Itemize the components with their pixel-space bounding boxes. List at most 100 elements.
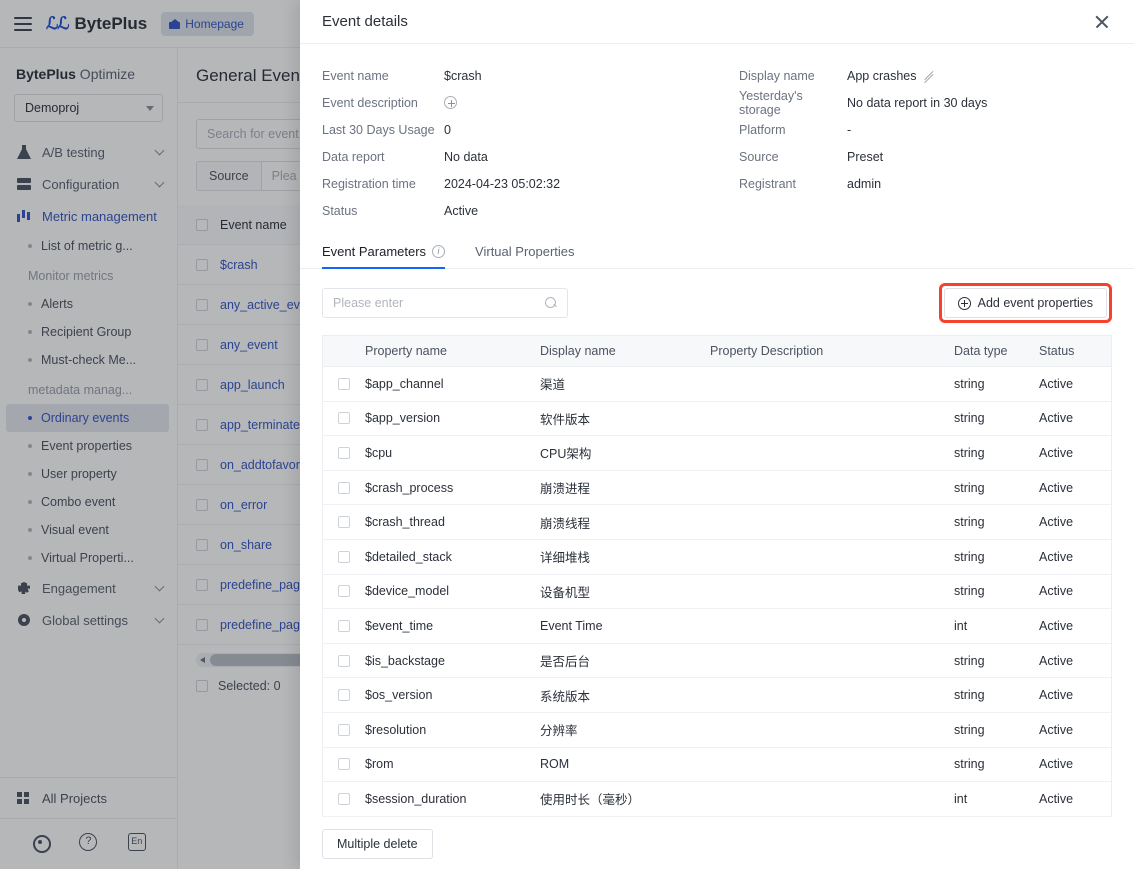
status-cell: Active bbox=[1039, 618, 1074, 633]
detail-label: Data report bbox=[322, 149, 385, 164]
property-name-cell: $detailed_stack bbox=[365, 549, 452, 564]
display-name-cell: 渠道 bbox=[540, 378, 566, 393]
row-checkbox[interactable] bbox=[338, 446, 350, 459]
detail-value: Active bbox=[444, 203, 479, 218]
status-cell: Active bbox=[1039, 549, 1074, 564]
property-name-cell: $device_model bbox=[365, 584, 450, 599]
row-checkbox[interactable] bbox=[338, 516, 350, 529]
row-checkbox[interactable] bbox=[338, 550, 350, 563]
event-details-modal: Event details Event name $crash Event de… bbox=[300, 0, 1134, 869]
status-cell: Active bbox=[1039, 376, 1074, 391]
add-event-properties-highlight: Add event properties bbox=[938, 283, 1112, 323]
table-row[interactable]: $resolution 分辨率 string Active bbox=[323, 713, 1111, 748]
row-checkbox[interactable] bbox=[338, 723, 350, 736]
property-search-input[interactable]: Please enter bbox=[322, 288, 568, 318]
property-name-cell: $rom bbox=[365, 757, 394, 772]
row-checkbox[interactable] bbox=[338, 758, 350, 771]
detail-row: Yesterday's storage No data report in 30… bbox=[739, 89, 1112, 117]
multiple-delete-label: Multiple delete bbox=[337, 836, 418, 851]
detail-label: Last 30 Days Usage bbox=[322, 122, 435, 137]
event-details-section: Event name $crash Event description Last… bbox=[300, 44, 1134, 232]
status-cell: Active bbox=[1039, 411, 1074, 426]
property-name-cell: $crash_thread bbox=[365, 515, 445, 530]
properties-toolbar: Please enter Add event properties bbox=[300, 269, 1134, 335]
status-cell: Active bbox=[1039, 688, 1074, 703]
detail-value: No data report in 30 days bbox=[847, 95, 988, 110]
status-cell: Active bbox=[1039, 480, 1074, 495]
add-event-properties-button[interactable]: Add event properties bbox=[943, 288, 1107, 318]
table-row[interactable]: $app_version 软件版本 string Active bbox=[323, 402, 1111, 437]
modal-header: Event details bbox=[300, 0, 1134, 44]
detail-row: Data report No data bbox=[322, 143, 695, 170]
row-checkbox[interactable] bbox=[338, 689, 350, 702]
display-name-cell: Event Time bbox=[540, 618, 603, 633]
table-row[interactable]: $event_time Event Time int Active bbox=[323, 609, 1111, 644]
display-name-cell: 是否后台 bbox=[540, 655, 591, 670]
close-icon[interactable] bbox=[1092, 12, 1112, 32]
detail-row: Display name App crashes bbox=[739, 62, 1112, 89]
table-row[interactable]: $session_duration 使用时长（毫秒） int Active bbox=[323, 782, 1111, 817]
row-checkbox[interactable] bbox=[338, 585, 350, 598]
row-checkbox[interactable] bbox=[338, 619, 350, 632]
data-type-cell: string bbox=[954, 722, 985, 737]
properties-table-body: $app_channel 渠道 string Active $app_version 软件… bbox=[323, 367, 1111, 817]
detail-row: Status Active bbox=[322, 197, 695, 224]
data-type-cell: string bbox=[954, 653, 985, 668]
table-row[interactable]: $cpu CPU架构 string Active bbox=[323, 436, 1111, 471]
table-row[interactable]: $detailed_stack 详细堆栈 string Active bbox=[323, 540, 1111, 575]
display-name-cell: 设备机型 bbox=[540, 585, 591, 600]
detail-label: Platform bbox=[739, 122, 786, 137]
pencil-icon[interactable] bbox=[922, 70, 934, 82]
column-display-name: Display name bbox=[540, 344, 616, 358]
table-row[interactable]: $crash_thread 崩溃线程 string Active bbox=[323, 505, 1111, 540]
status-cell: Active bbox=[1039, 791, 1074, 806]
display-name-cell: 系统版本 bbox=[540, 689, 591, 704]
row-checkbox-cell bbox=[323, 689, 365, 702]
detail-row: Event name $crash bbox=[322, 62, 695, 89]
row-checkbox[interactable] bbox=[338, 481, 350, 494]
table-row[interactable]: $app_channel 渠道 string Active bbox=[323, 367, 1111, 402]
info-icon[interactable]: i bbox=[432, 245, 446, 258]
column-data-type: Data type bbox=[954, 344, 1008, 358]
table-row[interactable]: $device_model 设备机型 string Active bbox=[323, 575, 1111, 610]
row-checkbox-cell bbox=[323, 550, 365, 563]
display-name-cell: 软件版本 bbox=[540, 412, 591, 427]
detail-label: Registrant bbox=[739, 176, 796, 191]
status-cell: Active bbox=[1039, 722, 1074, 737]
row-checkbox-cell bbox=[323, 792, 365, 805]
detail-value: $crash bbox=[444, 68, 482, 83]
column-property-name: Property name bbox=[365, 344, 447, 358]
table-row[interactable]: $os_version 系统版本 string Active bbox=[323, 678, 1111, 713]
row-checkbox[interactable] bbox=[338, 377, 350, 390]
row-checkbox[interactable] bbox=[338, 792, 350, 805]
row-checkbox-cell bbox=[323, 585, 365, 598]
multiple-delete-button[interactable]: Multiple delete bbox=[322, 828, 433, 859]
detail-row: Platform - bbox=[739, 116, 1112, 143]
detail-row: Source Preset bbox=[739, 143, 1112, 170]
detail-row: Registrant admin bbox=[739, 170, 1112, 197]
detail-row: Last 30 Days Usage 0 bbox=[322, 116, 695, 143]
tab-event-parameters[interactable]: Event Parameters i bbox=[322, 244, 446, 269]
status-cell: Active bbox=[1039, 584, 1074, 599]
table-row[interactable]: $rom ROM string Active bbox=[323, 748, 1111, 783]
display-name-cell: 崩溃线程 bbox=[540, 516, 591, 531]
detail-value: App crashes bbox=[847, 69, 934, 83]
property-name-cell: $crash_process bbox=[365, 480, 454, 495]
status-cell: Active bbox=[1039, 515, 1074, 530]
data-type-cell: string bbox=[954, 688, 985, 703]
properties-table-header: Property name Display name Property Desc… bbox=[323, 336, 1111, 367]
detail-value: 2024-04-23 05:02:32 bbox=[444, 176, 561, 191]
tab-virtual-properties[interactable]: Virtual Properties bbox=[475, 244, 574, 268]
property-name-cell: $os_version bbox=[365, 688, 433, 703]
row-checkbox[interactable] bbox=[338, 412, 350, 425]
data-type-cell: string bbox=[954, 376, 985, 391]
row-checkbox-cell bbox=[323, 446, 365, 459]
display-name-cell: 崩溃进程 bbox=[540, 482, 591, 497]
display-name-cell: CPU架构 bbox=[540, 447, 592, 462]
display-name-cell: ROM bbox=[540, 757, 570, 772]
row-checkbox[interactable] bbox=[338, 654, 350, 667]
table-row[interactable]: $is_backstage 是否后台 string Active bbox=[323, 644, 1111, 679]
display-name-cell: 详细堆栈 bbox=[540, 551, 591, 566]
table-row[interactable]: $crash_process 崩溃进程 string Active bbox=[323, 471, 1111, 506]
plus-circle-icon[interactable] bbox=[444, 96, 457, 109]
